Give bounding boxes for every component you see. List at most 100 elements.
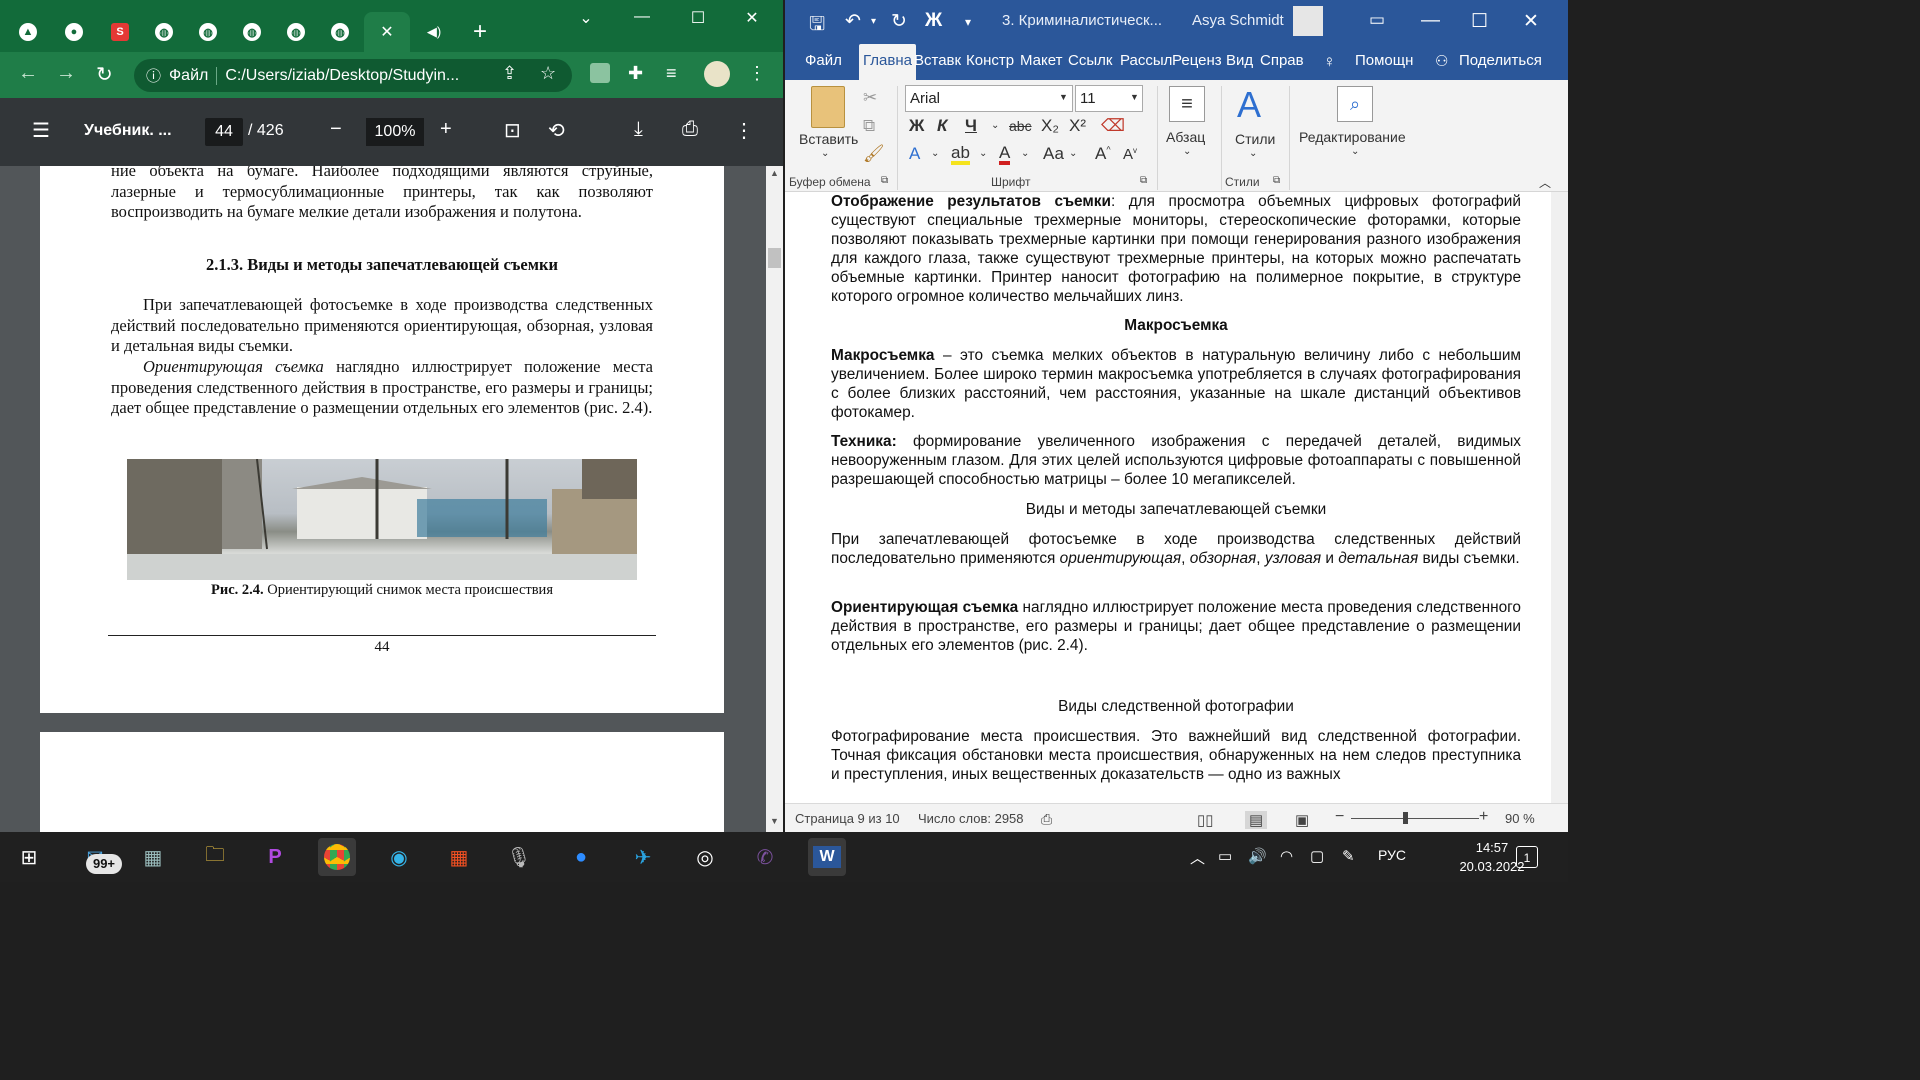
document-body[interactable]: Отображение результатов съемки: для прос… <box>785 192 1551 803</box>
font-size-dropdown-icon[interactable]: ▼ <box>1130 92 1139 102</box>
text-effects-icon[interactable]: A <box>909 144 920 164</box>
forward-icon[interactable]: → <box>56 62 76 85</box>
clipboard-launcher-icon[interactable]: ⧉ <box>881 175 888 186</box>
read-mode-icon[interactable]: ▯▯ <box>1197 811 1214 829</box>
copy-icon[interactable]: ⧉ <box>863 116 875 136</box>
info-icon[interactable]: ⓘ <box>146 65 161 86</box>
subscript-button[interactable]: X₂ <box>1041 116 1059 136</box>
tab-review[interactable]: Реценз <box>1172 52 1222 69</box>
tab-globe-4[interactable]: ◍ <box>276 12 316 52</box>
font-color-icon[interactable]: A <box>999 144 1011 165</box>
tab-insert[interactable]: Вставк <box>914 52 961 69</box>
pen-icon[interactable]: ✎ <box>1342 847 1355 865</box>
tab-globe-1[interactable]: ◍ <box>144 12 184 52</box>
tab-references[interactable]: Ссылк <box>1068 52 1112 69</box>
notification-center[interactable]: 1 <box>1516 846 1538 868</box>
puzzle-icon[interactable]: ✚ <box>628 63 643 84</box>
bookmark-star-icon[interactable]: ☆ <box>540 63 556 84</box>
fit-page-icon[interactable]: ⊡ <box>504 118 521 143</box>
tab-flag[interactable]: ▲ <box>8 12 48 52</box>
tab-search-icon[interactable]: ⌄ <box>566 8 606 28</box>
store-icon[interactable]: ▦ <box>440 838 478 876</box>
pdf-menu-icon[interactable]: ⋮ <box>734 118 754 143</box>
user-name[interactable]: Asya Schmidt <box>1192 12 1284 29</box>
tab-avatar[interactable]: ● <box>54 12 94 52</box>
menu-kebab-icon[interactable]: ⋮ <box>748 63 766 84</box>
maximize-button[interactable]: ☐ <box>1471 10 1488 33</box>
voice-recorder-icon[interactable]: 🎙 <box>500 838 538 876</box>
close-icon[interactable]: ✕ <box>380 22 393 42</box>
zoom-app-icon[interactable]: ● <box>562 838 600 876</box>
save-icon[interactable]: 🖫 <box>809 10 825 42</box>
pdf-viewer[interactable]: ние объекта на бумаге. Наиболее подходящ… <box>0 166 766 832</box>
scroll-down-icon[interactable]: ▼ <box>770 816 779 826</box>
clear-formatting-icon[interactable]: ⌫ <box>1101 116 1125 136</box>
undo-icon[interactable]: ↶ <box>845 10 861 33</box>
tab-layout[interactable]: Макет <box>1020 52 1062 69</box>
tab-globe-5[interactable]: ◍ <box>320 12 360 52</box>
shrink-font-icon[interactable]: Av <box>1123 146 1137 163</box>
word-taskbar-icon[interactable]: W <box>808 838 846 876</box>
collapse-ribbon-icon[interactable]: ︿ <box>1539 174 1551 191</box>
viber-icon[interactable]: ✆ <box>746 838 784 876</box>
styles-dropdown-icon[interactable]: ⌄ <box>1249 148 1257 159</box>
highlight-icon[interactable]: ab <box>951 144 970 165</box>
zoom-percent[interactable]: 90 % <box>1505 811 1535 826</box>
wifi-icon[interactable]: ◠ <box>1280 847 1293 865</box>
minimize-button[interactable]: — <box>1421 10 1440 32</box>
close-window-button[interactable]: ✕ <box>1523 10 1539 33</box>
tab-view[interactable]: Вид <box>1226 52 1253 69</box>
cut-icon[interactable]: ✂ <box>863 88 877 108</box>
rotate-icon[interactable]: ⟲ <box>548 118 565 143</box>
styles-launcher-icon[interactable]: ⧉ <box>1273 175 1280 186</box>
page-number-input[interactable]: 44 <box>205 118 243 146</box>
new-tab-button[interactable]: + <box>460 12 500 52</box>
underline-button[interactable]: Ч <box>965 116 977 136</box>
battery-icon[interactable]: ▭ <box>1218 847 1232 865</box>
change-case-dropdown-icon[interactable]: ⌄ <box>1069 148 1077 159</box>
reload-icon[interactable]: ↻ <box>96 62 113 87</box>
tab-design[interactable]: Констр <box>966 52 1014 69</box>
paste-icon[interactable] <box>811 86 845 128</box>
tab-audio[interactable]: ◀) <box>414 12 454 52</box>
web-layout-icon[interactable]: ▣ <box>1295 811 1309 829</box>
share-icon[interactable]: ⚇ <box>1435 52 1448 70</box>
minimize-button[interactable]: — <box>622 8 662 26</box>
avatar[interactable] <box>1293 6 1323 36</box>
share-icon[interactable]: ⇪ <box>502 63 517 84</box>
font-color-dropdown-icon[interactable]: ⌄ <box>1021 148 1029 159</box>
extension-icon[interactable] <box>590 63 610 83</box>
highlight-dropdown-icon[interactable]: ⌄ <box>979 148 987 159</box>
print-icon[interactable]: ⎙ <box>682 118 698 141</box>
chrome-taskbar-icon[interactable] <box>318 838 356 876</box>
tab-mailings[interactable]: Рассыл <box>1120 52 1172 69</box>
file-explorer-icon[interactable]: 🗀 <box>196 838 234 876</box>
bold-quick-icon[interactable]: Ж <box>925 10 942 32</box>
tab-active[interactable]: ✕ <box>364 12 410 52</box>
tab-home[interactable]: Главна <box>859 44 916 80</box>
customize-quick-access-icon[interactable]: ▾ <box>965 15 971 29</box>
word-count[interactable]: Число слов: 2958 <box>918 811 1024 826</box>
strikethrough-button[interactable]: abc <box>1009 118 1032 134</box>
font-launcher-icon[interactable]: ⧉ <box>1140 175 1147 186</box>
tell-me-search[interactable]: Помощн <box>1355 52 1413 69</box>
pdf-scroll-thumb[interactable] <box>768 248 781 268</box>
zoom-out-button[interactable]: − <box>1335 808 1344 826</box>
print-layout-icon[interactable]: ▤ <box>1245 811 1268 829</box>
calculator-icon[interactable]: ▦ <box>134 838 172 876</box>
language-indicator[interactable]: РУС <box>1378 847 1406 863</box>
back-icon[interactable]: ← <box>18 62 38 85</box>
lightbulb-icon[interactable]: ♀ <box>1323 52 1336 72</box>
change-case-icon[interactable]: Аа <box>1043 144 1064 164</box>
underline-dropdown-icon[interactable]: ⌄ <box>991 120 999 131</box>
edge-icon[interactable]: ◉ <box>380 838 418 876</box>
page-counter[interactable]: Страница 9 из 10 <box>795 811 900 826</box>
media-queue-icon[interactable]: ≡ <box>666 63 677 84</box>
zoom-level[interactable]: 100% <box>366 118 424 146</box>
maximize-button[interactable]: ☐ <box>678 8 718 28</box>
tray-chevron-icon[interactable]: ︿ <box>1190 847 1205 868</box>
bold-button[interactable]: Ж <box>909 116 924 136</box>
scroll-up-icon[interactable]: ▲ <box>770 168 779 178</box>
zoom-in-button[interactable]: + <box>1479 808 1488 826</box>
telegram-icon[interactable]: ✈ <box>624 838 662 876</box>
